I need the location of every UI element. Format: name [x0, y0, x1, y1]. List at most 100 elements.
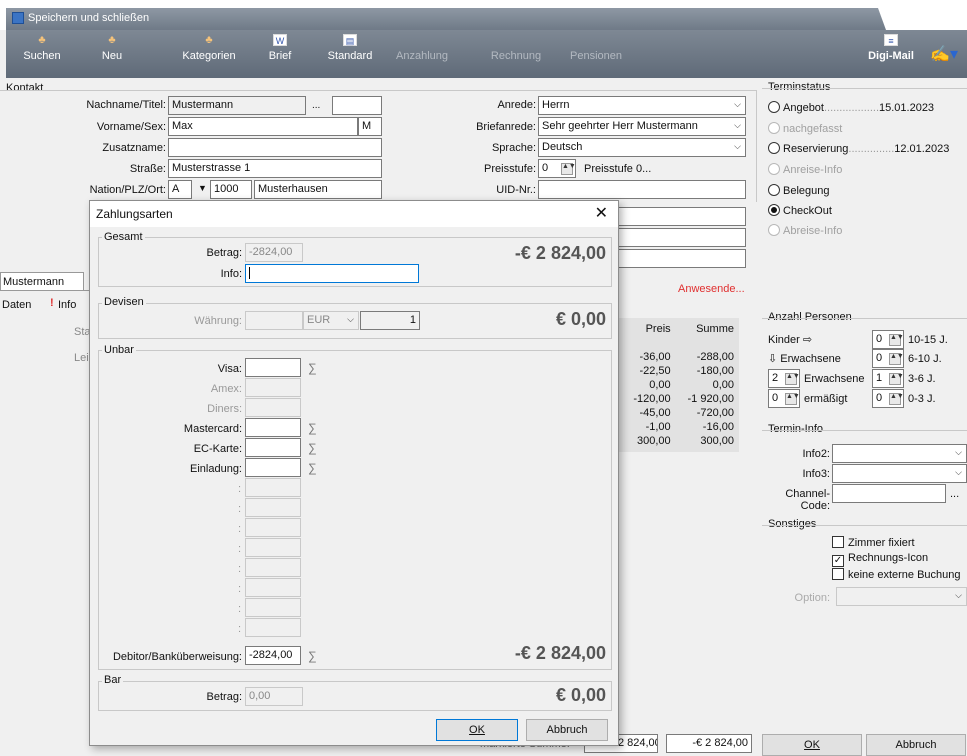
- pensionen-button[interactable]: Pensionen: [560, 50, 632, 62]
- spin-icon[interactable]: ▲▼: [785, 373, 799, 385]
- save-close-label[interactable]: Speichern und schließen: [28, 12, 149, 24]
- dialog-abbruch-button[interactable]: Abbruch: [526, 719, 608, 741]
- price-grid[interactable]: Preis Summe -36,00 -288,00 -22,50 -180,00 0…: [622, 322, 738, 448]
- nation-field[interactable]: A: [168, 180, 192, 199]
- preisstufe-text[interactable]: Preisstufe 0...: [584, 163, 651, 175]
- empty-field: [245, 598, 301, 617]
- zimmer-checkbox[interactable]: Zimmer fixiert: [832, 536, 915, 549]
- spin-icon[interactable]: ▲▼: [561, 163, 575, 175]
- nachname-field[interactable]: Mustermann: [168, 96, 306, 115]
- spin-icon[interactable]: ▲▼: [785, 393, 799, 405]
- channel-ellipsis-button[interactable]: ...: [950, 488, 959, 500]
- radio-checkout[interactable]: CheckOut: [768, 204, 832, 217]
- digimail-button[interactable]: ≡ Digi-Mail: [858, 34, 924, 62]
- radio-reservierung[interactable]: Reservierung...............12.01.2023: [768, 142, 949, 155]
- spin-icon[interactable]: ▲▼: [889, 373, 903, 385]
- sprache-select[interactable]: Deutsch ⌵: [538, 138, 746, 157]
- table-row[interactable]: -45,00 -720,00: [622, 406, 738, 420]
- anzahlung-button[interactable]: Anzahlung: [386, 50, 458, 62]
- sigma-icon[interactable]: ∑: [308, 649, 317, 663]
- tools-dropdown[interactable]: ✍▾: [928, 44, 960, 64]
- option-select[interactable]: ⌵: [836, 587, 967, 606]
- save-icon[interactable]: [12, 12, 24, 24]
- uid-field[interactable]: [538, 180, 746, 199]
- info-field[interactable]: [245, 264, 419, 283]
- chevron-down-icon: ⌵: [734, 120, 741, 130]
- close-icon[interactable]: ✕: [595, 203, 608, 223]
- age-stepper-2[interactable]: 0 ▲▼: [872, 349, 904, 368]
- brief-button[interactable]: W Brief: [250, 34, 310, 62]
- titel-field[interactable]: [332, 96, 382, 115]
- standard-button[interactable]: ▤ Standard: [320, 34, 380, 62]
- mastercard-field[interactable]: [245, 418, 301, 437]
- ermaessigt-stepper[interactable]: 0 ▲▼: [768, 389, 800, 408]
- briefanrede-select[interactable]: Sehr geehrter Herr Mustermann ⌵: [538, 117, 746, 136]
- table-row[interactable]: -1,00 -16,00: [622, 420, 738, 434]
- spin-icon[interactable]: ▲▼: [889, 393, 903, 405]
- ok-button[interactable]: OK: [762, 734, 862, 756]
- age-stepper-1[interactable]: 0 ▲▼: [872, 330, 904, 349]
- waehrung-select[interactable]: EUR ⌵: [303, 311, 359, 330]
- age-label-3: 3-6 J.: [908, 373, 936, 385]
- info2-select[interactable]: ⌵: [832, 444, 967, 463]
- rechnungs-icon-checkbox[interactable]: ✓ Rechnungs-Icon: [832, 552, 928, 567]
- visa-field[interactable]: [245, 358, 301, 377]
- channel-field[interactable]: [832, 484, 946, 503]
- checkout-label: CheckOut: [783, 205, 832, 217]
- radio-belegung[interactable]: Belegung: [768, 184, 830, 197]
- anwesende-link[interactable]: Anwesende...: [678, 283, 745, 295]
- tab-daten[interactable]: Daten: [0, 297, 40, 313]
- einladung-field[interactable]: [245, 458, 301, 477]
- kurs-field[interactable]: 1: [360, 311, 420, 330]
- radio-nachgefasst[interactable]: nachgefasst: [768, 122, 842, 135]
- sex-field[interactable]: M: [358, 117, 382, 136]
- ec-field[interactable]: [245, 438, 301, 457]
- spin-icon[interactable]: ▲▼: [889, 334, 903, 346]
- vorname-field[interactable]: Max: [168, 117, 358, 136]
- tab-mustermann[interactable]: Mustermann: [0, 272, 84, 290]
- rechnung-button[interactable]: Rechnung: [480, 50, 552, 62]
- table-row[interactable]: 300,00 300,00: [622, 434, 738, 448]
- radio-anreise[interactable]: Anreise-Info: [768, 163, 842, 176]
- neu-button[interactable]: ♣ Neu: [82, 34, 142, 62]
- grid-cell: -36,00: [639, 351, 671, 363]
- bar-title: Bar: [102, 674, 124, 686]
- suchen-button[interactable]: ♣ Suchen: [12, 34, 72, 62]
- plz-field[interactable]: 1000: [210, 180, 252, 199]
- age-stepper-4[interactable]: 0 ▲▼: [872, 389, 904, 408]
- rechnung-icon-label: Rechnungs-Icon: [848, 552, 929, 564]
- dialog-ok-button[interactable]: OK: [436, 719, 518, 741]
- extra-field-2[interactable]: [600, 228, 746, 247]
- table-row[interactable]: -36,00 -288,00: [622, 350, 738, 364]
- table-row[interactable]: -22,50 -180,00: [622, 364, 738, 378]
- preisstufe-label: Preisstufe:: [484, 163, 536, 175]
- tab-info[interactable]: Info: [58, 299, 76, 311]
- sigma-icon[interactable]: ∑: [308, 441, 317, 455]
- radio-abreise[interactable]: Abreise-Info: [768, 224, 842, 237]
- ort-field[interactable]: Musterhausen: [254, 180, 382, 199]
- extra-field-1[interactable]: [600, 207, 746, 226]
- age-stepper-3[interactable]: 1 ▲▼: [872, 369, 904, 388]
- sigma-icon[interactable]: ∑: [308, 421, 317, 435]
- titel-ellipsis-button[interactable]: ...: [312, 100, 320, 111]
- abbruch-button[interactable]: Abbruch: [866, 734, 966, 756]
- zusatz-field[interactable]: [168, 138, 382, 157]
- nation-dropdown-icon[interactable]: ▼: [198, 183, 207, 193]
- anrede-select[interactable]: Herrn ⌵: [538, 96, 746, 115]
- kinder-label: Kinder ⇨: [768, 333, 812, 346]
- extra-field-3[interactable]: [600, 249, 746, 268]
- table-row[interactable]: 0,00 0,00: [622, 378, 738, 392]
- table-row[interactable]: -120,00 -1 920,00: [622, 392, 738, 406]
- keine-buchung-checkbox[interactable]: keine externe Buchung: [832, 568, 961, 581]
- preisstufe-field[interactable]: 0 ▲▼: [538, 159, 576, 178]
- kategorien-button[interactable]: ♣ Kategorien: [174, 34, 244, 62]
- nation-label: Nation/PLZ/Ort:: [89, 184, 166, 196]
- sigma-icon[interactable]: ∑: [308, 361, 317, 375]
- debitor-field[interactable]: -2824,00: [245, 646, 301, 665]
- info3-select[interactable]: ⌵: [832, 464, 967, 483]
- spin-icon[interactable]: ▲▼: [889, 353, 903, 365]
- erwachsene-stepper[interactable]: 2 ▲▼: [768, 369, 800, 388]
- sigma-icon[interactable]: ∑: [308, 461, 317, 475]
- radio-angebot[interactable]: Angebot..................15.01.2023: [768, 101, 934, 114]
- strasse-field[interactable]: Musterstrasse 1: [168, 159, 382, 178]
